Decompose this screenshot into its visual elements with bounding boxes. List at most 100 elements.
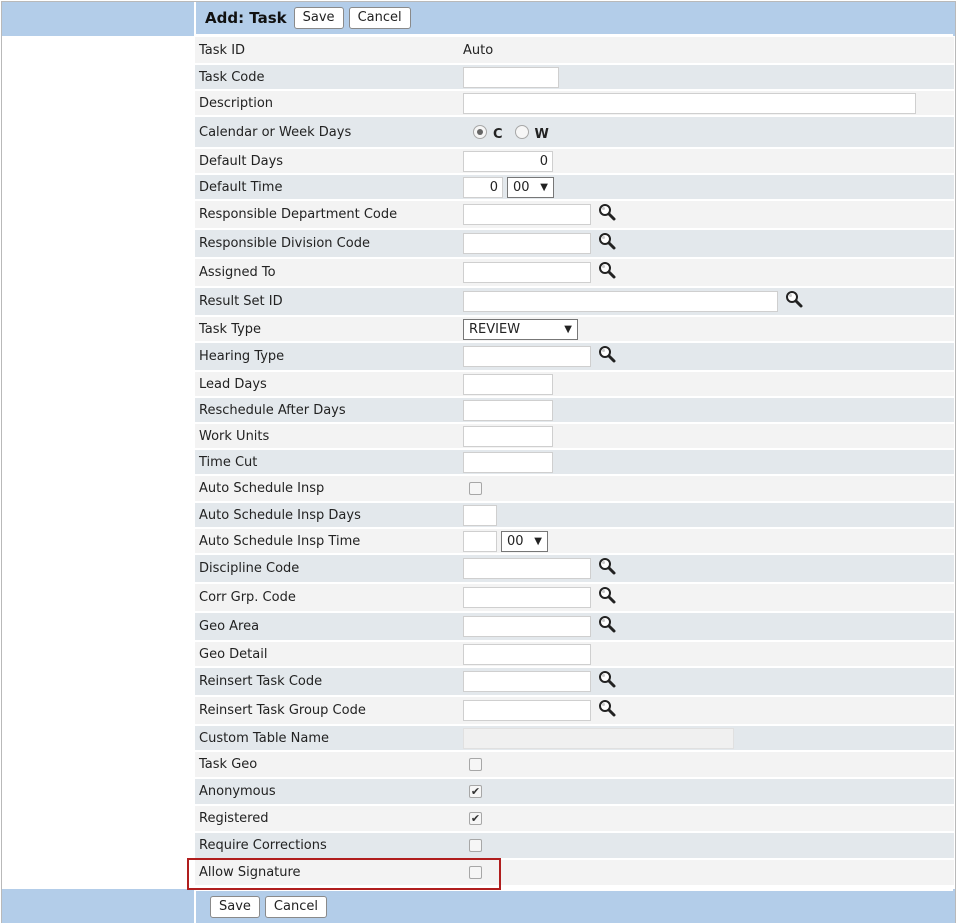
magnifier-icon[interactable] [784,289,804,309]
responsible-division-code-input[interactable] [463,233,591,254]
magnifier-icon[interactable] [597,698,617,718]
row-task-geo: Task Geo [195,752,954,779]
task-code-input[interactable] [463,66,559,88]
task-id-value-wrap: Auto [463,37,493,63]
week-days-radio[interactable] [514,125,529,139]
row-reschedule-after-days: Reschedule After Days [195,398,954,424]
hearing-type-wrap [463,343,617,370]
responsible-department-code-input[interactable] [463,204,591,225]
registered-wrap: ✔ [463,806,482,831]
calendar-or-week-days-wrap: C W [463,117,549,147]
lead-days-input[interactable] [463,373,553,395]
auto-schedule-insp-time-hour-input[interactable] [463,530,497,552]
reschedule-after-days-label: Reschedule After Days [199,402,346,418]
row-lead-days: Lead Days [195,372,954,398]
default-time-wrap: 00 ▼ [463,175,554,199]
row-require-corrections: Require Corrections [195,833,954,860]
row-corr-grp-code: Corr Grp. Code [195,584,954,613]
row-task-code: Task Code [195,65,954,91]
work-units-input[interactable] [463,425,553,447]
auto-schedule-insp-days-input[interactable] [463,504,497,526]
default-time-hour-input[interactable] [463,176,503,198]
task-code-label: Task Code [199,69,265,85]
row-work-units: Work Units [195,424,954,450]
magnifier-icon[interactable] [597,556,617,576]
anonymous-wrap: ✔ [463,779,482,804]
time-cut-label: Time Cut [199,454,258,470]
auto-schedule-insp-time-minute-select[interactable]: 00 ▼ [501,530,548,552]
registered-checkbox[interactable]: ✔ [469,812,482,825]
row-auto-schedule-insp-time: Auto Schedule Insp Time 00 ▼ [195,529,954,555]
footer-save-button[interactable]: Save [210,896,260,918]
task-geo-checkbox[interactable] [469,758,482,771]
discipline-code-label: Discipline Code [199,561,300,576]
default-time-minute-value: 00 [513,179,530,195]
geo-detail-input[interactable] [463,643,591,665]
default-time-minute-select[interactable]: 00 ▼ [507,176,554,198]
registered-label: Registered [199,811,269,826]
magnifier-icon[interactable] [597,614,617,634]
lead-days-label: Lead Days [199,376,267,392]
auto-schedule-insp-checkbox[interactable] [469,482,482,495]
footer-cancel-button[interactable]: Cancel [264,896,327,918]
task-geo-wrap [463,752,482,777]
row-auto-schedule-insp-days: Auto Schedule Insp Days [195,503,954,529]
row-custom-table-name: Custom Table Name [195,726,954,752]
task-type-select[interactable]: REVIEW ▼ [463,318,578,340]
custom-table-name-wrap [463,726,734,750]
default-time-label: Default Time [199,179,283,195]
hearing-type-input[interactable] [463,346,591,367]
anonymous-checkbox[interactable]: ✔ [469,785,482,798]
auto-schedule-insp-time-minute-value: 00 [507,533,524,549]
magnifier-icon[interactable] [597,344,617,364]
row-allow-signature: Allow Signature [195,860,954,887]
magnifier-icon[interactable] [597,669,617,689]
row-hearing-type: Hearing Type [195,343,954,372]
reinsert-task-code-label: Reinsert Task Code [199,674,323,689]
reinsert-task-group-code-input[interactable] [463,700,591,721]
header-band: Add: Task Save Cancel [2,2,955,36]
calendar-days-radio-label: C [493,127,503,142]
row-default-time: Default Time 00 ▼ [195,175,954,201]
reschedule-after-days-input[interactable] [463,399,553,421]
week-days-radio-label: W [534,127,549,142]
calendar-days-radio[interactable] [473,125,487,139]
result-set-id-input[interactable] [463,291,778,312]
row-calendar-or-week-days: Calendar or Week Days C W [195,117,954,149]
row-responsible-department-code: Responsible Department Code [195,201,954,230]
magnifier-icon[interactable] [597,585,617,605]
require-corrections-wrap [463,833,482,858]
require-corrections-checkbox[interactable] [469,839,482,852]
work-units-label: Work Units [199,428,270,444]
geo-area-input[interactable] [463,616,591,637]
cancel-button[interactable]: Cancel [348,7,411,29]
corr-grp-code-label: Corr Grp. Code [199,590,296,605]
magnifier-icon[interactable] [597,260,617,280]
corr-grp-code-input[interactable] [463,587,591,608]
default-days-input[interactable] [463,150,553,172]
radio-selected-dot [477,129,483,135]
row-reinsert-task-group-code: Reinsert Task Group Code [195,697,954,726]
assigned-to-input[interactable] [463,262,591,283]
default-days-label: Default Days [199,153,284,169]
reinsert-task-group-code-wrap [463,697,617,724]
row-discipline-code: Discipline Code [195,555,954,584]
row-description: Description [195,91,954,117]
discipline-code-wrap [463,555,617,582]
custom-table-name-input [463,727,734,749]
task-type-wrap: REVIEW ▼ [463,317,578,341]
auto-schedule-insp-days-wrap [463,503,497,527]
magnifier-icon[interactable] [597,202,617,222]
save-button[interactable]: Save [293,7,344,29]
allow-signature-label: Allow Signature [199,865,301,880]
assigned-to-label: Assigned To [199,265,276,280]
allow-signature-checkbox[interactable] [469,866,482,879]
discipline-code-input[interactable] [463,558,591,579]
reinsert-task-code-input[interactable] [463,671,591,692]
time-cut-input[interactable] [463,451,553,473]
work-units-wrap [463,424,553,448]
description-input[interactable] [463,92,916,114]
row-auto-schedule-insp: Auto Schedule Insp [195,476,954,503]
row-geo-detail: Geo Detail [195,642,954,668]
magnifier-icon[interactable] [597,231,617,251]
